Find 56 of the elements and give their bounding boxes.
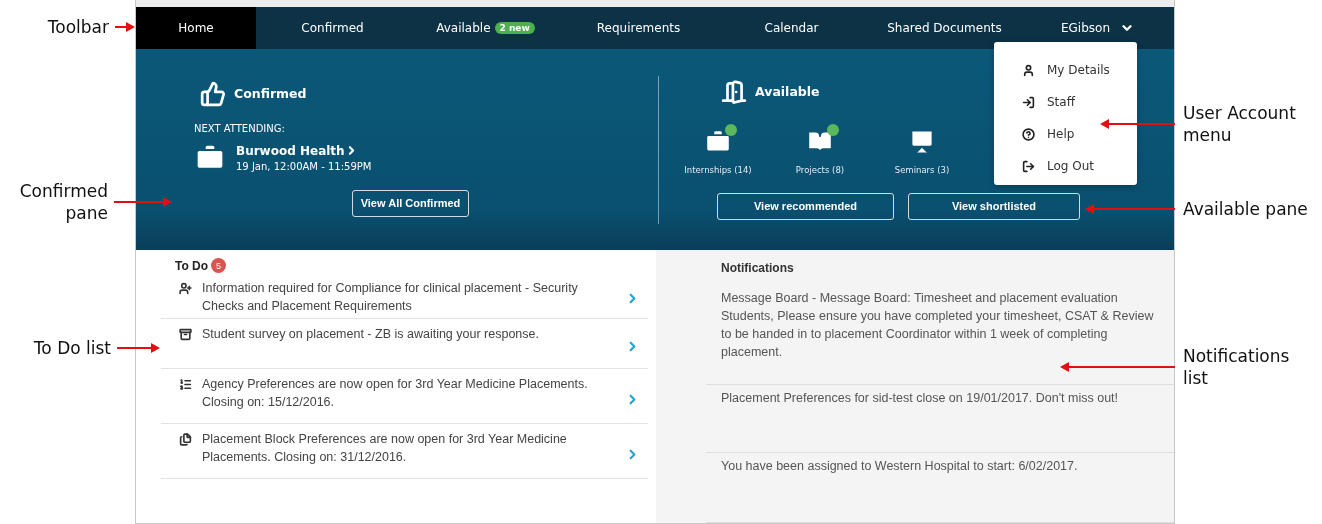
category-label: Projects (8) bbox=[795, 164, 845, 175]
arrow bbox=[117, 343, 160, 353]
next-attending-label: NEXT ATTENDING: bbox=[194, 122, 286, 134]
callout-label: To Do list bbox=[32, 337, 111, 359]
view-button[interactable]: View shortlisted bbox=[908, 192, 1080, 220]
archive-icon bbox=[179, 328, 192, 341]
count-badge: 5 bbox=[211, 258, 227, 273]
placement-link[interactable]: Burwood Health bbox=[236, 143, 372, 158]
view-button[interactable]: View recommended bbox=[717, 192, 894, 220]
todo-text: Information required for Compliance for clinical placement - Security Checks and Placement Requirements bbox=[202, 280, 579, 315]
todo-item[interactable]: Student survey on placement - ZB is awaiting your response. bbox=[161, 319, 648, 369]
nav-tab[interactable]: Shared Documents bbox=[868, 6, 1021, 49]
todo-title: To Do bbox=[175, 258, 209, 273]
callout-label: Confirmed pane bbox=[18, 180, 108, 224]
todo-item[interactable]: Information required for Compliance for clinical placement - Security Checks and Placement Requirements bbox=[161, 273, 648, 319]
sign-in-icon bbox=[1022, 95, 1035, 109]
new-badge: 2 new bbox=[494, 21, 535, 34]
user-menu-toggle[interactable]: EGibson bbox=[1021, 6, 1174, 49]
menu-item[interactable]: My Details bbox=[1022, 54, 1137, 86]
category-label: Seminars (3) bbox=[894, 164, 950, 175]
callout-label: Notifications list bbox=[1183, 345, 1291, 389]
callout-label: Available pane bbox=[1183, 198, 1309, 220]
nav-tab[interactable]: Available 2 new bbox=[409, 6, 562, 49]
view-all-confirmed-button[interactable]: View All Confirmed bbox=[352, 189, 469, 217]
arrow bbox=[114, 197, 172, 207]
todo-text: Agency Preferences are now open for 3rd Year Medicine Placements. Closing on: 15/12/2016. bbox=[202, 376, 589, 411]
pane-title: Confirmed bbox=[234, 86, 307, 102]
arrow bbox=[115, 22, 135, 32]
placement-time: 19 Jan, 12:00AM - 11:59PM bbox=[236, 160, 372, 172]
notification-text: You have been assigned to Western Hospital to start: 6/02/2017. bbox=[721, 458, 1079, 475]
callout-label: User Account menu bbox=[1183, 102, 1297, 146]
menu-item[interactable]: Log Out bbox=[1022, 150, 1137, 182]
logout-icon bbox=[1022, 159, 1035, 173]
notification-text: Message Board - Message Board: Timesheet and placement evaluation Students, Please ensure you have completed your timesheet, CSAT & Review to be handed in to placement Coordinator within 1 week of completing placement. bbox=[721, 290, 1155, 361]
category-label: Internships (14) bbox=[684, 164, 752, 175]
pane-title: Available bbox=[755, 84, 820, 100]
todo-item[interactable]: Agency Preferences are now open for 3rd Year Medicine Placements. Closing on: 15/12/2016. bbox=[161, 369, 648, 424]
files-icon bbox=[179, 433, 192, 446]
nav-tab[interactable]: Home bbox=[136, 6, 256, 49]
todo-item[interactable]: Placement Block Preferences are now open for 3rd Year Medicine Placements. Closing on: 31/12/2016. bbox=[161, 424, 648, 479]
menu-item[interactable]: Staff bbox=[1022, 86, 1137, 118]
todo-text: Student survey on placement - ZB is awaiting your response. bbox=[202, 326, 540, 343]
list-icon bbox=[179, 378, 192, 391]
user-icon bbox=[1022, 63, 1035, 77]
user-plus-icon bbox=[179, 282, 192, 295]
door-icon bbox=[721, 78, 747, 105]
menu-item[interactable]: Help bbox=[1022, 118, 1137, 150]
todo-text: Placement Block Preferences are now open for 3rd Year Medicine Placements. Closing on: 31/12/2016. bbox=[202, 431, 568, 466]
help-icon bbox=[1022, 127, 1035, 141]
notifications-title: Notifications bbox=[721, 261, 795, 275]
notification-text: Placement Preferences for sid-test close on 19/01/2017. Don't miss out! bbox=[721, 390, 1120, 407]
thumbs-up-icon bbox=[200, 80, 226, 107]
nav-tab[interactable]: Requirements bbox=[562, 6, 715, 49]
nav-tab[interactable]: Confirmed bbox=[256, 6, 409, 49]
nav-tab[interactable]: Calendar bbox=[715, 6, 868, 49]
callout-label: Toolbar bbox=[46, 16, 109, 38]
